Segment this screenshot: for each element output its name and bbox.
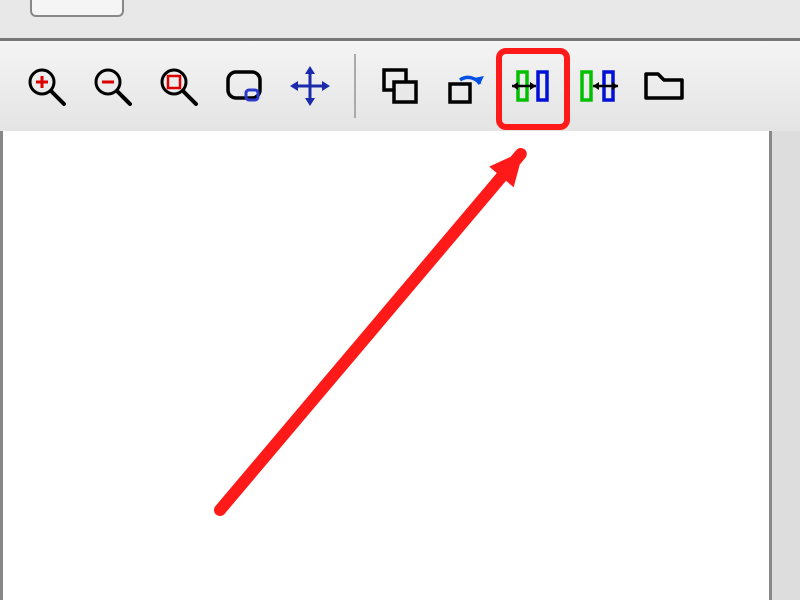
zoom-out-icon <box>90 64 134 108</box>
rotate-icon <box>444 64 488 108</box>
zoom-extents-button[interactable] <box>216 58 272 114</box>
dimension-icon <box>510 64 554 108</box>
dimension-alt-icon <box>576 64 620 108</box>
align-dimension-alt-button[interactable] <box>570 58 626 114</box>
zoom-in-button[interactable] <box>18 58 74 114</box>
overlap-squares-icon <box>378 64 422 108</box>
zoom-window-icon <box>156 64 200 108</box>
zoom-out-button[interactable] <box>84 58 140 114</box>
zoom-extents-icon <box>222 64 266 108</box>
toolbar <box>0 38 800 134</box>
rotate-block-button[interactable] <box>438 58 494 114</box>
toolbar-separator <box>354 54 356 118</box>
zoom-window-button[interactable] <box>150 58 206 114</box>
window-tab-fragment <box>30 0 124 17</box>
folder-icon <box>642 64 686 108</box>
pan-button[interactable] <box>282 58 338 114</box>
right-gutter <box>772 131 800 600</box>
align-dimension-button[interactable] <box>504 58 560 114</box>
folder-button[interactable] <box>636 58 692 114</box>
zoom-in-icon <box>24 64 68 108</box>
insert-block-button[interactable] <box>372 58 428 114</box>
canvas-area[interactable] <box>0 131 772 600</box>
pan-move-icon <box>288 64 332 108</box>
